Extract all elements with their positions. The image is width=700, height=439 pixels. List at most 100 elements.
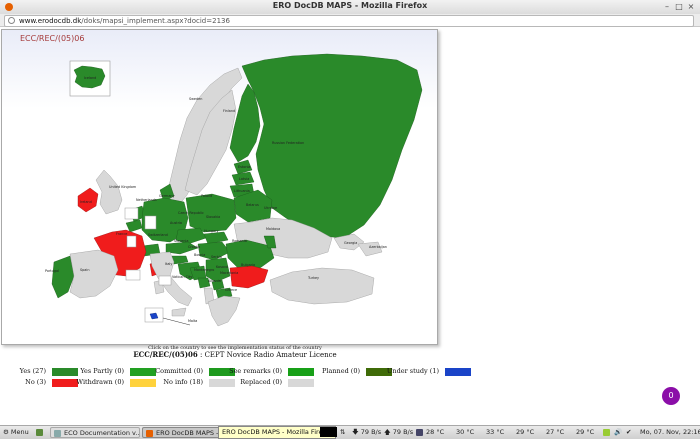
europe-map: Iceland Sweden Finland Russian Federatio… [2, 30, 437, 344]
legend-replaced: Replaced (0) [230, 378, 314, 387]
taskbar: ⚙ Menu ECO Documentation v... ERO DocDB … [0, 425, 700, 439]
label-croatia: Croatia [188, 245, 200, 249]
legend-withdrawn: Withdrawn (0) [76, 378, 156, 387]
url-text: www.erodocdb.dk/doks/mapsi_implement.asp… [19, 17, 230, 25]
clock: Mo, 07. Nov, 22:16 [640, 428, 700, 436]
monitor-icon [416, 429, 423, 436]
legend-swatch [130, 368, 156, 376]
label-russia: Russian Federation [272, 141, 304, 145]
legend-swatch [445, 368, 471, 376]
label-sweden: Sweden [189, 97, 202, 101]
label-france: France [116, 232, 127, 236]
globe-icon [8, 17, 15, 24]
network-status-icon[interactable]: ✔ [626, 426, 631, 439]
maximize-button[interactable]: □ [674, 2, 684, 12]
firefox-icon [146, 430, 153, 437]
inset-box-1 [124, 207, 139, 220]
network-icon: ⇅ [340, 428, 346, 436]
temp-6: 29 °C [576, 428, 595, 436]
notification-badge[interactable]: 0 [662, 387, 680, 405]
label-italy: Italy [165, 262, 172, 266]
label-vatican: Vatican City [172, 275, 192, 279]
window-title: ERO DocDB MAPS - Mozilla Firefox [272, 1, 428, 10]
legend-swatch [52, 368, 78, 376]
map-title: ECC/REC/(05)06 [20, 34, 85, 43]
window-title-bar: ERO DocDB MAPS - Mozilla Firefox – □ × [0, 0, 700, 15]
legend-swatch [288, 379, 314, 387]
document-description: : CEPT Novice Radio Amateur Licence [197, 351, 337, 359]
temp-3: 33 °C [486, 428, 505, 436]
label-czech-republic: Czech Republic [178, 211, 204, 215]
desktop-icon[interactable] [36, 429, 43, 436]
map-panel: Iceland Sweden Finland Russian Federatio… [1, 29, 438, 345]
inset-box-5 [158, 275, 172, 286]
label-switzerland: Switzerland [148, 233, 168, 237]
net-up: 🡅 79 B/s [384, 428, 414, 436]
label-macedonia: Macedonia [220, 271, 238, 275]
document-caption: ECC/REC/(05)06 : CEPT Novice Radio Amate… [0, 350, 470, 359]
legend-no-info: No info (18) [155, 378, 235, 387]
window-tooltip: ERO DocDB MAPS - Mozilla Firefox [218, 426, 337, 439]
label-latvia: Latvia [239, 177, 249, 181]
label-ukraine: Ukraine [264, 206, 277, 210]
task-eco-documentation[interactable]: ECO Documentation v... [50, 427, 140, 438]
label-iceland: Iceland [84, 76, 96, 80]
label-netherlands: Netherlands [136, 198, 157, 202]
label-poland: Poland [201, 194, 212, 198]
volume-icon[interactable]: 🔊 [614, 426, 622, 439]
document-ref: ECC/REC/(05)06 [133, 350, 198, 359]
legend-swatch [52, 379, 78, 387]
temp-4: 29 °C [516, 428, 535, 436]
task-ero-docdb-maps[interactable]: ERO DocDB MAPS - M... [142, 427, 220, 438]
close-button[interactable]: × [686, 2, 696, 12]
label-greece: Greece [225, 288, 237, 292]
minimize-button[interactable]: – [662, 2, 672, 12]
legend-no: No (3) [10, 378, 78, 387]
label-bulgaria: Bulgaria [241, 263, 255, 267]
label-malta: Malta [188, 319, 197, 323]
label-georgia: Georgia [344, 241, 357, 245]
label-germany: Germany [159, 194, 175, 198]
legend-committed: Committed (0) [155, 367, 235, 376]
legend-yes-partly: Yes Partly (0) [80, 367, 156, 376]
temp-5: 27 °C [546, 428, 565, 436]
label-hungary: Hungary [204, 229, 218, 233]
label-lithuania: Lithuania [234, 189, 250, 193]
label-kosovo: Kosovo [216, 265, 228, 269]
taskbar-thumbnail [320, 427, 337, 437]
legend-swatch [130, 379, 156, 387]
url-input[interactable]: www.erodocdb.dk/doks/mapsi_implement.asp… [4, 15, 694, 27]
label-albania: Albania [208, 279, 221, 283]
label-ireland: Ireland [80, 200, 92, 204]
legend-under-study: Under study (1) [387, 367, 471, 376]
temp-1: 28 °C [426, 428, 445, 436]
inset-box-3 [144, 215, 157, 230]
legend-yes: Yes (27) [10, 367, 78, 376]
temp-2: 30 °C [456, 428, 475, 436]
label-portugal: Portugal [45, 269, 59, 273]
label-azerbaijan: Azerbaijan [369, 245, 387, 249]
label-finland: Finland [223, 109, 235, 113]
update-icon[interactable] [603, 429, 610, 436]
label-austria: Austria [170, 221, 182, 225]
label-serbia: Serbia [211, 255, 222, 259]
net-down: 🡇 79 B/s [352, 428, 382, 436]
label-slovakia: Slovakia [206, 215, 220, 219]
navigation-bar: www.erodocdb.dk/doks/mapsi_implement.asp… [0, 14, 700, 27]
label-belarus: Belarus [246, 203, 259, 207]
legend-planned: Planned (0) [320, 367, 392, 376]
label-united-kingdom: United Kingdom [109, 185, 137, 189]
label-slovenia: Slovenia [174, 239, 188, 243]
label-moldova: Moldova [266, 227, 280, 231]
label-romania: Romania [232, 239, 247, 243]
inset-box-4 [125, 269, 141, 281]
label-spain: Spain [80, 268, 89, 272]
menu-button[interactable]: ⚙ Menu [3, 426, 29, 439]
gear-icon: ⚙ [3, 428, 9, 436]
label-estonia: Estonia [238, 165, 250, 169]
legend-swatch [288, 368, 314, 376]
label-montenegro: Montenegro [194, 268, 214, 272]
label-turkey: Turkey [307, 276, 319, 280]
inset-box-2 [126, 235, 137, 248]
legend-see-remarks: See remarks (0) [229, 367, 314, 376]
